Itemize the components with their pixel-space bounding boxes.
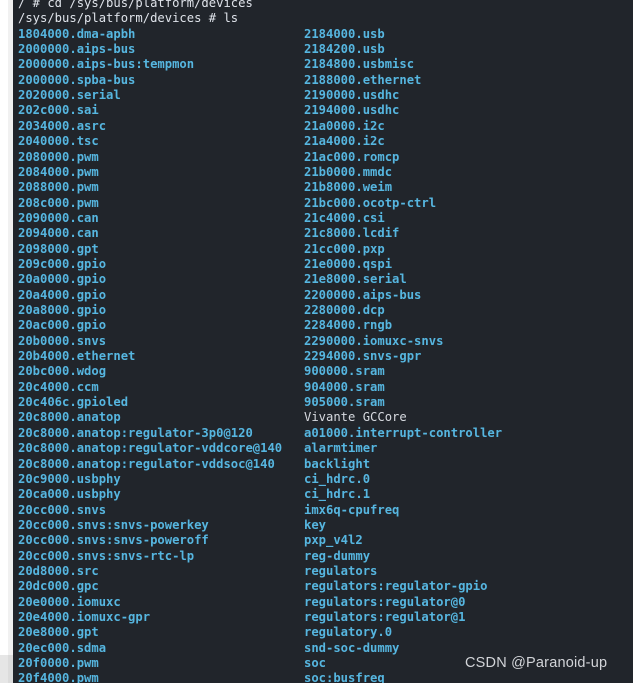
device-entry: soc bbox=[304, 656, 327, 671]
device-entry: 20c8000.anatop:regulator-3p0@120 bbox=[18, 425, 253, 440]
device-entry: 21a4000.i2c bbox=[304, 134, 385, 149]
device-entry: 2000000.spba-bus bbox=[18, 72, 136, 87]
device-entry: 2184200.usb bbox=[304, 42, 385, 57]
device-entry: 2190000.usdhc bbox=[304, 88, 400, 103]
device-entry: 21b0000.mmdc bbox=[304, 164, 393, 179]
csdn-watermark: CSDN @Paranoid-up bbox=[465, 655, 608, 671]
device-entry: 2184800.usbmisc bbox=[304, 57, 415, 72]
device-entry: 20a4000.gpio bbox=[18, 287, 107, 302]
device-entry: 2080000.pwm bbox=[18, 149, 99, 164]
device-entry: 20b0000.snvs bbox=[18, 333, 107, 348]
device-entry: 20cc000.snvs bbox=[18, 502, 107, 517]
device-entry: regulators:regulator@0 bbox=[304, 594, 466, 609]
device-entry: 900000.sram bbox=[304, 364, 385, 379]
device-entry: 21e8000.serial bbox=[304, 272, 407, 287]
device-entry: 2000000.aips-bus:tempmon bbox=[18, 57, 195, 72]
device-entry: pxp_v4l2 bbox=[304, 533, 363, 548]
device-entry: 21a0000.i2c bbox=[304, 118, 385, 133]
device-entry: 202c000.sai bbox=[18, 103, 99, 118]
device-entry: 2290000.iomuxc-snvs bbox=[304, 333, 444, 348]
device-entry: 209c000.gpio bbox=[18, 256, 107, 271]
device-entry: regulators:regulator@1 bbox=[304, 610, 466, 624]
device-entry: 2194000.usdhc bbox=[304, 103, 400, 118]
device-entry: 2000000.aips-bus bbox=[18, 42, 136, 57]
device-entry: 905000.sram bbox=[304, 395, 385, 410]
terminal-output: / # cd /sys/bus/platform/devices/sys/bus… bbox=[13, 0, 633, 683]
device-entry: 20e4000.iomuxc-gpr bbox=[18, 610, 151, 624]
device-entry: 2088000.pwm bbox=[18, 180, 99, 195]
device-entry: 20dc000.gpc bbox=[18, 579, 99, 594]
device-entry: 20a0000.gpio bbox=[18, 272, 107, 287]
device-entry: 20a8000.gpio bbox=[18, 303, 107, 317]
device-entry: 21b8000.weim bbox=[304, 180, 393, 195]
device-entry: backlight bbox=[304, 456, 371, 471]
device-entry: 20bc000.wdog bbox=[18, 364, 107, 379]
device-entry: 21ac000.romcp bbox=[304, 149, 400, 164]
device-entry: 2094000.can bbox=[18, 226, 99, 241]
device-entry: 20e0000.iomuxc bbox=[18, 594, 121, 609]
device-entry: 2084000.pwm bbox=[18, 164, 99, 179]
device-entry: 2098000.gpt bbox=[18, 241, 99, 256]
device-entry: reg-dummy bbox=[304, 548, 371, 563]
device-entry: 2280000.dcp bbox=[304, 303, 385, 317]
device-entry: 208c000.pwm bbox=[18, 195, 99, 210]
device-entry: 20f4000.pwm bbox=[18, 671, 99, 683]
device-entry: Vivante GCCore bbox=[304, 410, 407, 425]
device-entry: 1804000.dma-apbh bbox=[18, 26, 136, 41]
device-entry: regulatory.0 bbox=[304, 625, 393, 640]
terminal-command-ls: /sys/bus/platform/devices # ls bbox=[18, 11, 239, 26]
device-entry: 2188000.ethernet bbox=[304, 72, 422, 87]
device-entry: 20c8000.anatop:regulator-vddsoc@140 bbox=[18, 456, 275, 471]
device-entry: a01000.interrupt-controller bbox=[304, 425, 503, 440]
device-entry: 2034000.asrc bbox=[18, 118, 107, 133]
device-entry: key bbox=[304, 517, 327, 532]
page-left-gutter-bottom bbox=[0, 655, 8, 683]
device-entry: 2284000.rngb bbox=[304, 318, 393, 333]
device-entry: 20cc000.snvs:snvs-powerkey bbox=[18, 517, 209, 532]
device-entry: 20c8000.anatop:regulator-vddcore@140 bbox=[18, 441, 283, 456]
device-entry: 20ca000.usbphy bbox=[18, 487, 121, 502]
device-entry: snd-soc-dummy bbox=[304, 640, 400, 655]
device-entry: ci_hdrc.1 bbox=[304, 487, 371, 502]
device-entry: 2020000.serial bbox=[18, 88, 121, 103]
device-entry: 20c8000.anatop bbox=[18, 410, 121, 425]
device-entry: 2184000.usb bbox=[304, 26, 385, 41]
device-entry: 21e0000.qspi bbox=[304, 256, 393, 271]
device-entry: 20d8000.src bbox=[18, 563, 99, 578]
device-entry: 21bc000.ocotp-ctrl bbox=[304, 195, 437, 210]
device-entry: 21c4000.csi bbox=[304, 210, 385, 225]
device-entry: 20c406c.gpioled bbox=[18, 395, 129, 410]
device-entry: 20cc000.snvs:snvs-rtc-lp bbox=[18, 548, 195, 563]
device-entry: 20f0000.pwm bbox=[18, 656, 99, 671]
device-entry: 21c8000.lcdif bbox=[304, 226, 400, 241]
device-entry: 2200000.aips-bus bbox=[304, 287, 422, 302]
device-entry: 904000.sram bbox=[304, 379, 385, 394]
device-entry: 20c4000.ccm bbox=[18, 379, 99, 394]
device-entry: 2090000.can bbox=[18, 210, 99, 225]
device-entry: regulators:regulator-gpio bbox=[304, 579, 488, 594]
device-entry: 20b4000.ethernet bbox=[18, 349, 136, 364]
device-entry: ci_hdrc.0 bbox=[304, 471, 371, 486]
device-entry: 20ec000.sdma bbox=[18, 640, 107, 655]
device-entry: 20c9000.usbphy bbox=[18, 471, 121, 486]
device-entry: 20cc000.snvs:snvs-poweroff bbox=[18, 533, 209, 548]
device-entry: 21cc000.pxp bbox=[304, 241, 385, 256]
terminal-command-cd: / # cd /sys/bus/platform/devices bbox=[18, 0, 253, 10]
device-entry: soc:busfreq bbox=[304, 671, 385, 683]
device-entry: 2040000.tsc bbox=[18, 134, 99, 149]
device-entry: 20e8000.gpt bbox=[18, 625, 99, 640]
device-entry: alarmtimer bbox=[304, 441, 378, 456]
device-entry: imx6q-cpufreq bbox=[304, 502, 400, 517]
device-entry: 20ac000.gpio bbox=[18, 318, 107, 333]
device-entry: regulators bbox=[304, 563, 378, 578]
device-entry: 2294000.snvs-gpr bbox=[304, 349, 422, 364]
terminal-screenshot: / # cd /sys/bus/platform/devices/sys/bus… bbox=[0, 0, 633, 683]
page-left-gutter bbox=[0, 0, 8, 683]
terminal-window[interactable]: / # cd /sys/bus/platform/devices/sys/bus… bbox=[13, 0, 633, 683]
